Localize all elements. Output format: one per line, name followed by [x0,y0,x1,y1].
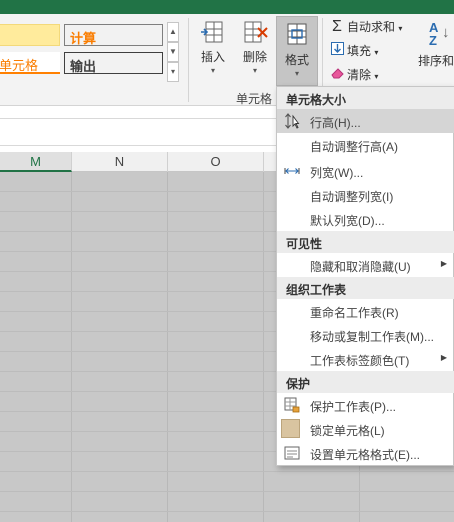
format-button[interactable]: 格式 ▾ [276,16,318,86]
cells-group-label: 单元格 [236,92,273,106]
chevron-down-icon: ▾ [374,72,379,81]
insert-label: 插入 [200,50,225,64]
eraser-icon [330,67,344,82]
format-label: 格式 [284,53,309,67]
autosum-button[interactable]: Σ 自动求和 ▾ [330,18,402,36]
cell-style-calculation[interactable]: 计算 [64,24,163,46]
title-bar [0,0,454,14]
menu-item-hide-unhide[interactable]: 隐藏和取消隐藏(U) ▶ [277,253,454,277]
rename-sheet-label: 重命名工作表(R) [310,306,399,320]
ribbon-separator [188,18,189,102]
gallery-more-button[interactable]: ▾ [167,62,179,82]
delete-label: 删除 [242,50,267,64]
delete-button[interactable]: 删除 ▾ [238,20,272,75]
chevron-down-icon: ▾ [252,66,257,75]
insert-button[interactable]: 插入 ▾ [196,20,230,75]
format-cells-dialog-icon [284,446,300,460]
format-dropdown-menu: 单元格大小 行高(H)... 自动调整行高(A) 列宽(W)... 自动调整列宽… [276,86,454,466]
default-width-label: 默认列宽(D)... [310,214,385,228]
menu-item-tab-color[interactable]: 工作表标签颜色(T) ▶ [277,347,454,371]
column-header-n[interactable]: N [72,152,168,172]
submenu-arrow-icon: ▶ [440,353,447,362]
menu-section-cell-size: 单元格大小 [277,87,454,109]
tab-color-label: 工作表标签颜色(T) [310,354,410,368]
menu-item-lock-cell[interactable]: 锁定单元格(L) [277,417,454,441]
sort-filter-button[interactable]: A Z ↓ 排序和 [412,20,454,69]
column-header-o[interactable]: O [168,152,264,172]
format-cells-icon [287,23,307,45]
autofit-column-label: 自动调整列宽(I) [310,190,394,204]
chevron-down-icon: ▾ [210,66,215,75]
protect-sheet-icon [284,397,300,413]
submenu-arrow-icon: ▶ [440,259,447,268]
autosum-label: 自动求和 [347,20,396,34]
sigma-icon: Σ [332,18,342,35]
menu-item-autofit-row-height[interactable]: 自动调整行高(A) [277,133,454,157]
menu-item-default-width[interactable]: 默认列宽(D)... [277,207,454,231]
menu-item-row-height[interactable]: 行高(H)... [277,109,454,133]
menu-item-move-copy-sheet[interactable]: 移动或复制工作表(M)... [277,323,454,347]
menu-item-protect-sheet[interactable]: 保护工作表(P)... [277,393,454,417]
clear-button[interactable]: 清除 ▾ [330,66,378,83]
delete-cells-icon [244,21,268,43]
move-copy-label: 移动或复制工作表(M)... [310,330,434,344]
gallery-scroll-up-button[interactable]: ▲ [167,22,179,42]
hide-unhide-label: 隐藏和取消隐藏(U) [310,260,411,274]
sort-label: 排序和 [417,54,454,68]
cell-style-normal[interactable] [0,24,60,46]
menu-section-protection: 保护 [277,371,454,393]
clear-label: 清除 [347,68,372,82]
menu-item-column-width[interactable]: 列宽(W)... [277,159,454,183]
chevron-down-icon: ▾ [398,24,403,33]
autofit-row-label: 自动调整行高(A) [310,140,398,154]
cell-style-output[interactable]: 输出 [64,52,163,74]
menu-item-autofit-column-width[interactable]: 自动调整列宽(I) [277,183,454,207]
menu-section-visibility: 可见性 [277,231,454,253]
menu-item-rename-sheet[interactable]: 重命名工作表(R) [277,299,454,323]
menu-item-format-cells[interactable]: 设置单元格格式(E)... [277,441,454,465]
row-height-label: 行高(H)... [310,116,361,130]
column-width-label: 列宽(W)... [310,166,364,180]
insert-cells-icon [201,21,223,43]
format-cells-label: 设置单元格格式(E)... [310,448,420,462]
fill-label: 填充 [347,44,372,58]
column-width-icon [284,168,300,174]
fill-button[interactable]: 填充 ▾ [330,42,378,59]
protect-sheet-label: 保护工作表(P)... [310,400,396,414]
sort-az-icon: A Z ↓ [429,20,450,48]
lock-cell-label: 锁定单元格(L) [310,424,385,438]
fill-down-icon [330,42,344,58]
menu-section-organize-sheets: 组织工作表 [277,277,454,299]
row-height-icon [285,113,300,129]
column-header-m[interactable]: M [0,152,72,172]
lock-cell-icon [281,419,300,438]
cell-style-linked-cell[interactable]: 单元格 [0,52,60,74]
chevron-down-icon: ▾ [374,48,379,57]
chevron-down-icon: ▾ [294,69,299,78]
gallery-scroll-down-button[interactable]: ▼ [167,42,179,62]
